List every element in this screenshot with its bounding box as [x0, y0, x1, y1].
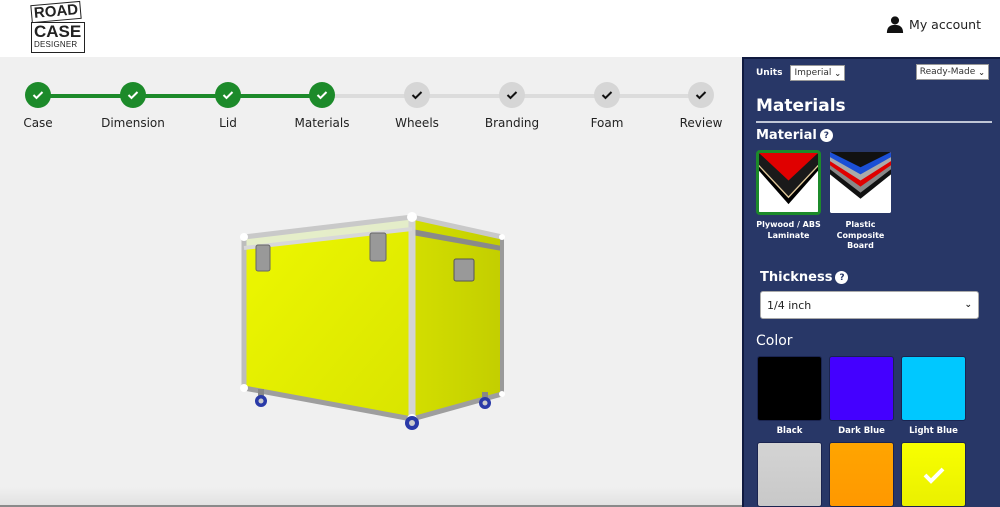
progress-stepper: Case Dimension Lid Materials Wheels Bran… [0, 57, 742, 137]
material-label: Plastic Composite Board [836, 220, 885, 250]
checkmark-icon [222, 91, 234, 100]
step-case-circle [25, 82, 51, 108]
color-label: Light Blue [909, 426, 958, 436]
material-options: Plywood / ABS Laminate Plastic Composite… [756, 150, 893, 252]
step-label: Review [679, 116, 723, 130]
thickness-section-title: Thickness ? [760, 270, 849, 285]
title-divider [756, 121, 992, 123]
help-icon[interactable]: ? [835, 271, 849, 284]
step-review[interactable]: Review [651, 82, 751, 130]
preview-bottom-edge [0, 487, 742, 507]
my-account-label: My account [909, 16, 981, 32]
color-swatch [901, 356, 966, 421]
color-swatches: Black Dark Blue Light Blue [757, 356, 966, 507]
color-swatch [901, 442, 966, 507]
chevron-down-icon: ⌄ [978, 67, 985, 77]
chevron-down-icon: ⌄ [834, 68, 842, 78]
step-label: Foam [590, 116, 624, 130]
logo-case-text: CASE [34, 22, 82, 41]
color-option-light-blue[interactable]: Light Blue [901, 356, 966, 436]
step-wheels[interactable]: Wheels [367, 82, 467, 130]
material-option-plastic-composite[interactable]: Plastic Composite Board [828, 150, 893, 252]
step-wheels-circle [404, 82, 430, 108]
step-label: Dimension [101, 116, 165, 130]
color-swatch [829, 442, 894, 507]
selected-checkmark-icon [923, 467, 944, 484]
step-materials-circle [309, 82, 335, 108]
logo-case-box: CASE DESIGNER [31, 22, 85, 53]
checkmark-icon [316, 91, 328, 100]
material-option-plywood-abs[interactable]: Plywood / ABS Laminate [756, 150, 821, 252]
caster-wheel [405, 416, 419, 430]
color-section-title: Color [756, 333, 793, 349]
checkmark-icon [506, 91, 518, 100]
step-label: Lid [219, 116, 237, 130]
step-label: Branding [484, 116, 540, 130]
step-branding[interactable]: Branding [462, 82, 562, 130]
units-select[interactable]: Imperial ⌄ [790, 65, 846, 81]
thickness-title: Thickness [760, 270, 833, 285]
plastic-composite-thumbnail [828, 150, 893, 215]
checkmark-icon [411, 91, 423, 100]
road-case-model [240, 212, 505, 430]
checkmark-icon [127, 91, 139, 100]
units-value: Imperial [794, 68, 832, 78]
material-title: Material [756, 128, 817, 143]
checkmark-icon [601, 91, 613, 100]
panel-title: Materials [756, 96, 846, 116]
logo-road-text: ROAD [30, 0, 82, 24]
units-label: Units [756, 68, 783, 78]
color-label: Black [776, 426, 803, 436]
chevron-down-icon: ⌄ [964, 300, 972, 310]
step-lid-circle [215, 82, 241, 108]
color-label: Dark Blue [838, 426, 885, 436]
checkmark-icon [32, 91, 44, 100]
step-lid[interactable]: Lid [178, 82, 278, 130]
case-mode-value: Ready-Made [919, 67, 976, 77]
plywood-abs-thumbnail [756, 150, 821, 215]
units-row: Units Imperial ⌄ [756, 65, 846, 81]
color-option-grey[interactable] [757, 442, 822, 507]
step-foam[interactable]: Foam [557, 82, 657, 130]
color-swatch [757, 442, 822, 507]
color-option-black[interactable]: Black [757, 356, 822, 436]
material-section-title: Material ? [756, 128, 833, 143]
case-3d-preview[interactable] [0, 137, 742, 507]
thickness-select[interactable]: 1/4 inch ⌄ [760, 291, 979, 319]
configuration-sidebar: Units Imperial ⌄ Ready-Made ⌄ Materials … [742, 57, 1000, 507]
step-dimension[interactable]: Dimension [83, 82, 183, 130]
header: ROAD CASE DESIGNER My account [0, 0, 1000, 57]
step-label: Case [23, 116, 53, 130]
thickness-value: 1/4 inch [767, 298, 812, 312]
step-materials[interactable]: Materials [272, 82, 372, 130]
logo-designer-text: DESIGNER [34, 40, 78, 49]
step-branding-circle [499, 82, 525, 108]
help-icon[interactable]: ? [819, 129, 833, 142]
color-option-yellow[interactable] [901, 442, 966, 507]
color-swatch [829, 356, 894, 421]
material-label: Plywood / ABS Laminate [756, 220, 821, 240]
color-option-orange[interactable] [829, 442, 894, 507]
step-label: Wheels [395, 116, 439, 130]
step-dimension-circle [120, 82, 146, 108]
road-case-designer-logo[interactable]: ROAD CASE DESIGNER [29, 0, 89, 55]
step-label: Materials [294, 116, 350, 130]
step-case[interactable]: Case [0, 82, 88, 130]
step-foam-circle [594, 82, 620, 108]
user-icon [886, 16, 904, 33]
color-option-dark-blue[interactable]: Dark Blue [829, 356, 894, 436]
step-review-circle [688, 82, 714, 108]
color-title: Color [756, 333, 793, 349]
checkmark-icon [695, 91, 707, 100]
my-account-link[interactable]: My account [886, 15, 981, 33]
color-swatch [757, 356, 822, 421]
case-mode-select[interactable]: Ready-Made ⌄ [915, 64, 989, 80]
